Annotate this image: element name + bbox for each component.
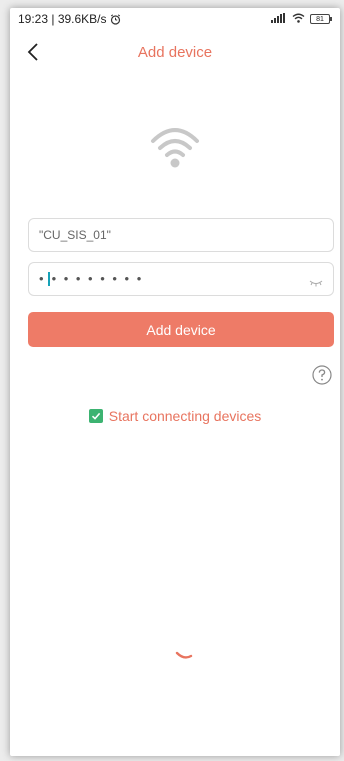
help-icon[interactable] [312, 365, 332, 385]
phone-frame: 19:23 | 39.6KB/s 81 Add device "CU_SIS_0… [0, 0, 344, 761]
password-value: • • • • • • • • • [39, 271, 143, 286]
signal-icon [271, 12, 287, 26]
password-field[interactable]: • • • • • • • • • [28, 262, 334, 296]
alarm-icon [110, 13, 121, 25]
eye-closed-icon[interactable] [309, 274, 323, 292]
page-title: Add device [137, 44, 213, 61]
app-screen: 19:23 | 39.6KB/s 81 Add device "CU_SIS_0… [10, 8, 340, 756]
add-device-button[interactable]: Add device [28, 312, 334, 347]
status-message: Start connecting devices [108, 408, 262, 424]
password-masked-right: • • • • • • • • [51, 271, 144, 286]
battery-icon: 81 [310, 14, 332, 24]
status-left: 19:23 | 39.6KB/s [18, 12, 121, 26]
time-speed: 19:23 | 39.6KB/s [18, 12, 107, 26]
status-right: 81 [271, 12, 332, 26]
password-masked-left: • [39, 271, 46, 286]
text-cursor [47, 271, 50, 286]
status-bar: 19:23 | 39.6KB/s 81 [10, 8, 340, 30]
ssid-value: "CU_SIS_01" [39, 228, 111, 242]
connection-status: Start connecting devices [10, 408, 340, 424]
wifi-icon [149, 123, 201, 176]
check-icon [88, 409, 103, 423]
loading-spinner [175, 648, 193, 666]
header: Add device [10, 30, 340, 74]
wifi-status-icon [292, 12, 305, 26]
ssid-field[interactable]: "CU_SIS_01" [28, 218, 334, 252]
